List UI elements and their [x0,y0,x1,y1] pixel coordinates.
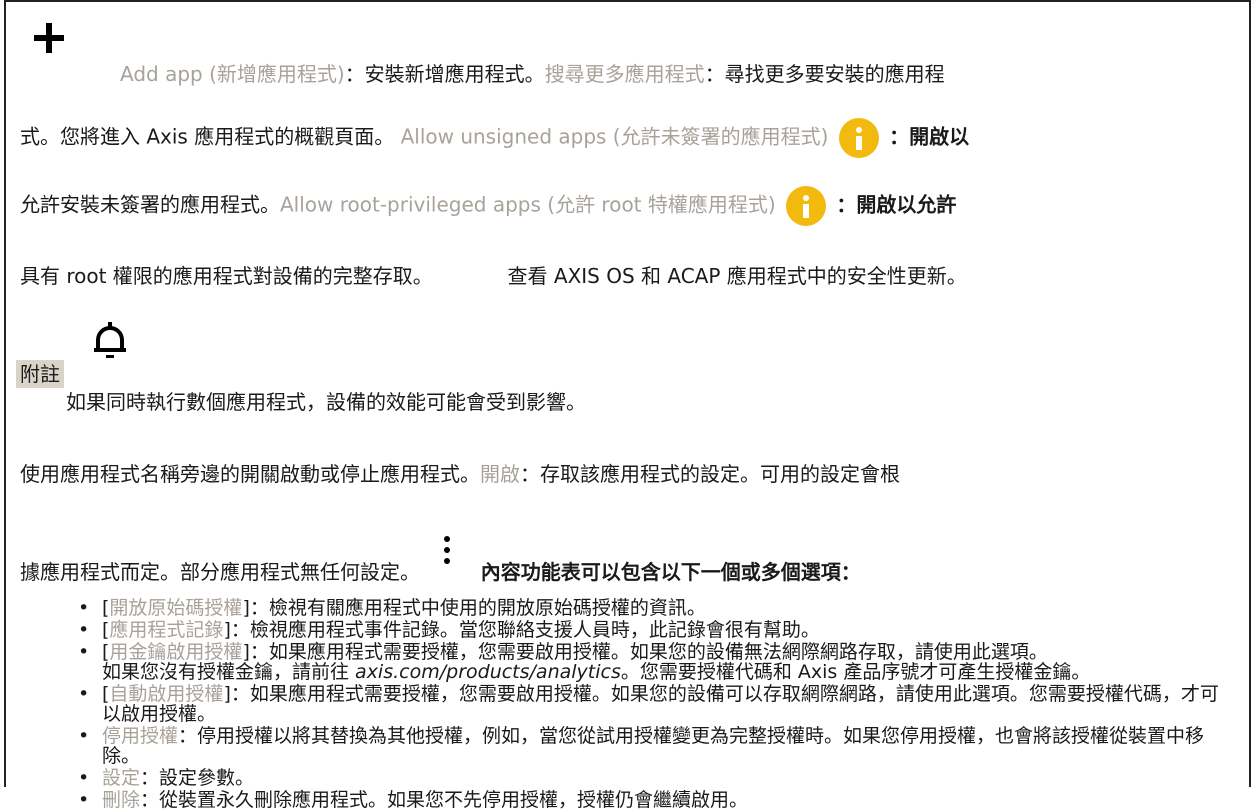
intro-line-4: 具有 root 權限的應用程式對設備的完整存取。 查看 AXIS OS 和 AC… [20,264,967,288]
list-item: 設定：設定參數。 [78,768,1228,788]
find-more-link[interactable]: 搜尋更多應用程式 [545,62,705,86]
body-line-2: 據應用程式而定。部分應用程式無任何設定。 內容功能表可以包含以下一個或多個選項： [20,536,861,586]
intro-line-1: Add app (新增應用程式)：安裝新增應用程式。搜尋更多應用程式：尋找更多要… [120,62,945,86]
context-menu-options: [開放原始碼授權]：檢視有關應用程式中使用的開放原始碼授權的資訊。 [應用程式記… [78,598,1228,812]
note-text: 如果同時執行數個應用程式，設備的效能可能會受到影響。 [66,390,586,414]
analytics-link[interactable]: axis.com/products/analytics [355,661,621,683]
open-link[interactable]: 開啟 [480,462,520,486]
list-item: 停用授權：停用授權以將其替換為其他授權，例如，當您從試用授權變更為完整授權時。如… [78,726,1228,766]
plus-icon[interactable] [33,22,65,54]
body-line-1: 使用應用程式名稱旁邊的開關啟動或停止應用程式。開啟：存取該應用程式的設定。可用的… [20,462,900,486]
unsigned-apps-link[interactable]: Allow unsigned apps (允許未簽署的應用程式) [401,125,829,149]
option-app-log[interactable]: 應用程式記錄 [109,619,223,641]
option-delete[interactable]: 刪除 [102,789,140,811]
document-page: Add app (新增應用程式)：安裝新增應用程式。搜尋更多應用程式：尋找更多要… [0,0,1255,810]
bell-icon[interactable] [92,322,128,362]
option-deactivate-license[interactable]: 停用授權 [102,725,178,747]
kebab-menu-icon[interactable] [444,536,451,586]
info-icon [786,186,827,226]
note-label: 附註 [16,360,64,388]
option-auto-activate[interactable]: 自動啟用授權 [109,683,223,705]
add-app-link[interactable]: Add app (新增應用程式) [120,62,345,86]
option-open-source-license[interactable]: 開放原始碼授權 [109,597,242,619]
right-border [1249,0,1251,787]
left-border [4,0,6,787]
list-item: 刪除：從裝置永久刪除應用程式。如果您不先停用授權，授權仍會繼續啟用。 [78,790,1228,810]
info-icon [838,118,879,158]
root-apps-link[interactable]: Allow root-privileged apps (允許 root 特權應用… [280,193,776,217]
top-border [4,0,1251,2]
list-item: [自動啟用授權]：如果應用程式需要授權，您需要啟用授權。如果您的設備可以存取網際… [78,684,1228,724]
intro-line-3: 允許安裝未簽署的應用程式。Allow root-privileged apps … [20,186,956,226]
option-activate-with-key[interactable]: 用金鑰啟用授權 [109,641,242,663]
list-item: [應用程式記錄]：檢視應用程式事件記錄。當您聯絡支援人員時，此記錄會很有幫助。 [78,620,1228,640]
option-settings[interactable]: 設定 [102,767,140,789]
intro-line-2: 式。您將進入 Axis 應用程式的概觀頁面。 Allow unsigned ap… [20,118,969,158]
list-item: [開放原始碼授權]：檢視有關應用程式中使用的開放原始碼授權的資訊。 [78,598,1228,618]
list-item: [用金鑰啟用授權]：如果應用程式需要授權，您需要啟用授權。如果您的設備無法網際網… [78,642,1228,682]
